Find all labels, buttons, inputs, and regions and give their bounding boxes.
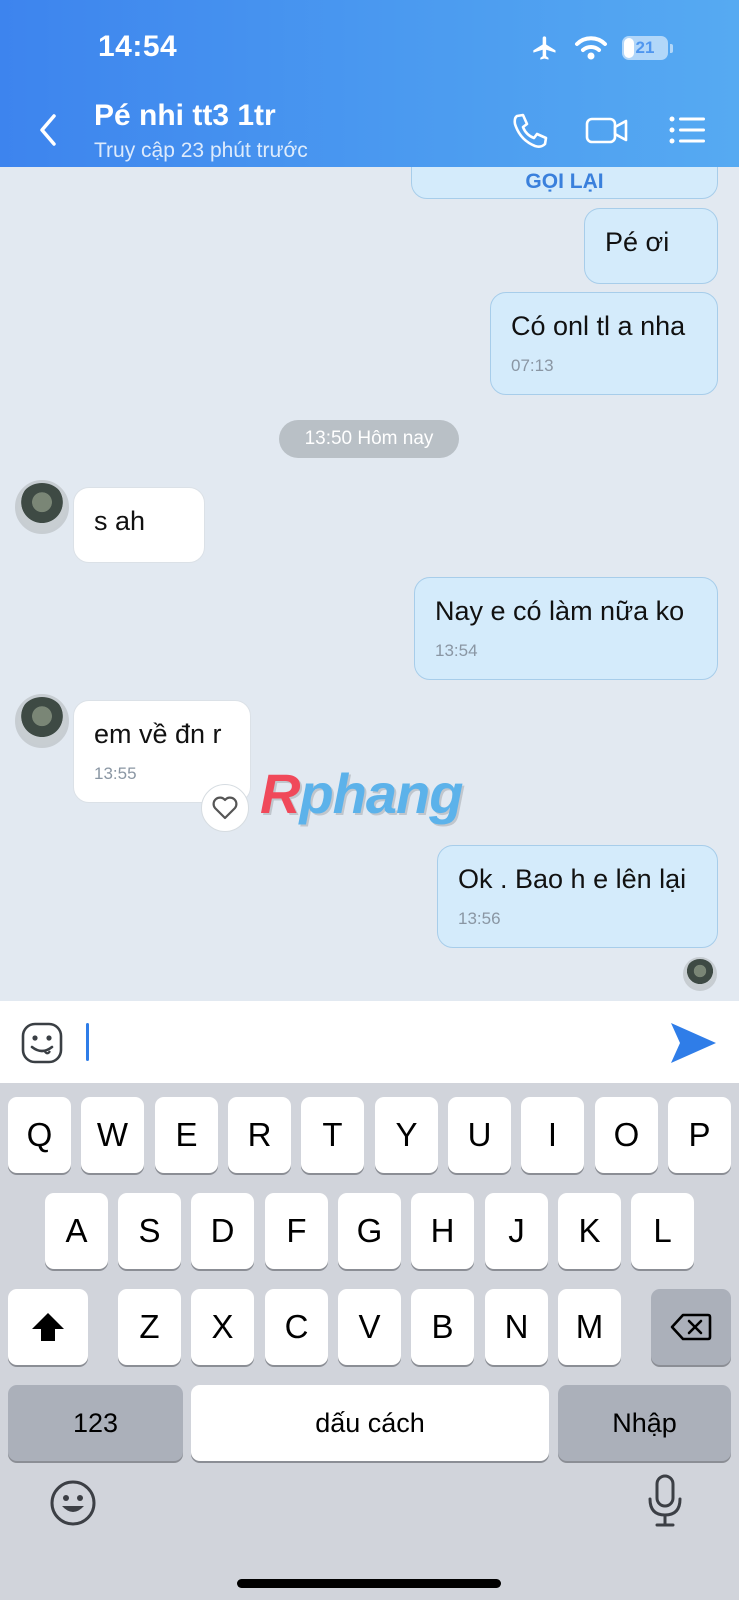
message-text: Nay e có làm nữa ko — [435, 596, 685, 626]
key-l[interactable]: L — [631, 1193, 694, 1269]
key-e[interactable]: E — [155, 1097, 218, 1173]
key-d[interactable]: D — [191, 1193, 254, 1269]
contact-avatar[interactable] — [15, 480, 69, 534]
menu-icon[interactable] — [666, 110, 710, 150]
airplane-icon — [533, 36, 556, 60]
key-r[interactable]: R — [228, 1097, 291, 1173]
key-y[interactable]: Y — [375, 1097, 438, 1173]
key-k[interactable]: K — [558, 1193, 621, 1269]
react-button[interactable] — [201, 784, 249, 832]
key-p[interactable]: P — [668, 1097, 731, 1173]
contact-avatar[interactable] — [15, 694, 69, 748]
contact-name[interactable]: Pé nhi tt3 1tr — [94, 99, 276, 133]
heart-icon — [212, 796, 238, 820]
message-bubble-sent[interactable]: Pé ơi — [584, 208, 718, 284]
message-time: 07:13 — [511, 356, 554, 375]
battery-indicator: 21 — [622, 36, 668, 60]
video-icon[interactable] — [584, 110, 630, 150]
key-t[interactable]: T — [301, 1097, 364, 1173]
message-text: Pé ơi — [605, 227, 670, 257]
back-icon[interactable] — [34, 110, 64, 150]
seen-avatar — [683, 957, 717, 991]
return-key[interactable]: Nhập — [558, 1385, 731, 1461]
send-icon[interactable] — [668, 1020, 718, 1066]
message-text: s ah — [94, 506, 146, 536]
status-icons: 21 — [530, 34, 673, 62]
key-c[interactable]: C — [265, 1289, 328, 1365]
key-i[interactable]: I — [521, 1097, 584, 1173]
message-time: 13:56 — [458, 909, 501, 928]
message-bubble-received[interactable]: s ah — [73, 487, 205, 563]
message-bubble-sent[interactable]: Có onl tl a nha 07:13 — [490, 292, 718, 395]
text-cursor — [86, 1023, 89, 1061]
backspace-key[interactable] — [651, 1289, 731, 1365]
key-b[interactable]: B — [411, 1289, 474, 1365]
message-text: Ok . Bao h e lên lại — [458, 864, 687, 894]
watermark-logo: Rphang — [260, 762, 463, 825]
space-key[interactable]: dấu cách — [191, 1385, 549, 1461]
shift-key[interactable] — [8, 1289, 88, 1365]
last-seen-status: Truy cập 23 phút trước — [94, 139, 308, 162]
message-input-bar — [0, 1001, 739, 1083]
key-q[interactable]: Q — [8, 1097, 71, 1173]
keyboard: Q W E R T Y U I O P A S D F G H J K L Z … — [0, 1083, 739, 1600]
home-indicator[interactable] — [237, 1579, 501, 1588]
mic-icon[interactable] — [645, 1473, 685, 1529]
message-list[interactable]: GỌI LẠI Pé ơi Có onl tl a nha 07:13 13:5… — [0, 167, 739, 1001]
phone-icon[interactable] — [508, 110, 552, 150]
key-w[interactable]: W — [81, 1097, 144, 1173]
key-a[interactable]: A — [45, 1193, 108, 1269]
status-time: 14:54 — [98, 30, 178, 63]
key-g[interactable]: G — [338, 1193, 401, 1269]
key-n[interactable]: N — [485, 1289, 548, 1365]
chat-header: 14:54 21 Pé nhi tt3 1tr Truy cập 23 phút… — [0, 0, 739, 167]
key-v[interactable]: V — [338, 1289, 401, 1365]
message-input[interactable] — [86, 1015, 646, 1069]
backspace-icon — [670, 1313, 712, 1341]
message-text: Có onl tl a nha — [511, 311, 686, 341]
battery-level: 21 — [635, 38, 655, 57]
message-bubble-sent[interactable]: Ok . Bao h e lên lại 13:56 — [437, 845, 718, 948]
key-z[interactable]: Z — [118, 1289, 181, 1365]
message-time: 13:55 — [94, 764, 137, 783]
call-back-bubble[interactable]: GỌI LẠI — [411, 167, 718, 199]
key-m[interactable]: M — [558, 1289, 621, 1365]
key-f[interactable]: F — [265, 1193, 328, 1269]
key-h[interactable]: H — [411, 1193, 474, 1269]
shift-icon — [32, 1313, 64, 1341]
key-o[interactable]: O — [595, 1097, 658, 1173]
emoji-icon[interactable] — [48, 1478, 98, 1528]
key-j[interactable]: J — [485, 1193, 548, 1269]
message-text: em về đn r — [94, 719, 222, 749]
wifi-icon — [575, 36, 607, 60]
message-bubble-sent[interactable]: Nay e có làm nữa ko 13:54 — [414, 577, 718, 680]
key-s[interactable]: S — [118, 1193, 181, 1269]
date-divider: 13:50 Hôm nay — [279, 420, 459, 458]
sticker-icon[interactable] — [20, 1021, 64, 1065]
call-back-label[interactable]: GỌI LẠI — [412, 170, 717, 194]
numbers-key[interactable]: 123 — [8, 1385, 183, 1461]
message-time: 13:54 — [435, 641, 478, 660]
key-x[interactable]: X — [191, 1289, 254, 1365]
key-u[interactable]: U — [448, 1097, 511, 1173]
